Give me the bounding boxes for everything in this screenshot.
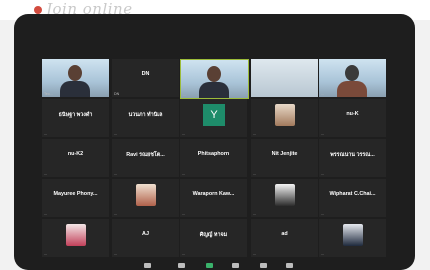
video-icon[interactable] bbox=[178, 263, 185, 268]
participant-name-tag: ... bbox=[321, 132, 324, 136]
participant-tile[interactable]: ศิญญ์ หาจม ... bbox=[180, 219, 247, 257]
participant-tile[interactable]: พรรณนาน วรรณ... ... bbox=[319, 139, 386, 177]
participant-grid: Teo... DN DN ... ... ... ธนิษฐา พวงดำ ..… bbox=[42, 59, 388, 257]
active-speaker-tile[interactable]: ... bbox=[180, 59, 249, 99]
participant-tile[interactable]: ... bbox=[251, 99, 318, 137]
participant-name-tag: ... bbox=[253, 172, 256, 176]
logo-icon bbox=[34, 6, 42, 14]
participant-name-tag: ... bbox=[183, 93, 186, 97]
share-icon[interactable] bbox=[206, 263, 213, 268]
meeting-controls bbox=[140, 263, 300, 269]
participant-tile[interactable]: nu-K ... bbox=[319, 99, 386, 137]
participant-tile[interactable]: ... bbox=[251, 59, 318, 97]
participant-name-tag: ... bbox=[253, 92, 256, 96]
participant-video bbox=[319, 59, 386, 97]
participant-name-tag: ... bbox=[182, 132, 185, 136]
participant-tile[interactable]: Waraporn Kaw... ... bbox=[180, 179, 247, 217]
participant-tile[interactable]: ... bbox=[251, 179, 318, 217]
participant-name-tag: ... bbox=[114, 132, 117, 136]
participant-video bbox=[251, 59, 318, 97]
participant-name-tag: ... bbox=[44, 132, 47, 136]
participant-name-tag: Teo... bbox=[44, 92, 53, 96]
participant-name-tag: ... bbox=[114, 252, 117, 256]
participant-name: ศิญญ์ หาจม bbox=[199, 232, 228, 238]
participant-name: นวนภา ทำนิเล bbox=[128, 112, 163, 118]
participant-name-tag: ... bbox=[182, 252, 185, 256]
participant-name-tag: ... bbox=[182, 172, 185, 176]
participant-name-tag: ... bbox=[321, 252, 324, 256]
participant-tile[interactable]: DN DN bbox=[112, 59, 179, 97]
participant-name: Phitsaphorn bbox=[197, 151, 230, 157]
participant-tile[interactable]: nu-K2 ... bbox=[42, 139, 109, 177]
avatar bbox=[275, 184, 295, 206]
participant-name-tag: ... bbox=[44, 252, 47, 256]
participant-name: Wipharat C.Chai... bbox=[329, 191, 376, 197]
participant-name-tag: ... bbox=[253, 132, 256, 136]
participant-tile[interactable]: ... bbox=[42, 219, 109, 257]
participant-tile[interactable]: Teo... bbox=[42, 59, 109, 97]
participant-name: DN bbox=[141, 71, 150, 77]
participant-name-tag: ... bbox=[321, 172, 324, 176]
participant-name-tag: ... bbox=[321, 212, 324, 216]
participant-tile[interactable]: นวนภา ทำนิเล ... bbox=[112, 99, 179, 137]
participant-name-tag: ... bbox=[44, 172, 47, 176]
participant-name: ad bbox=[281, 231, 288, 237]
avatar bbox=[136, 184, 156, 206]
participant-name: Mayuree Phony... bbox=[53, 191, 98, 197]
participant-name: AJ bbox=[142, 231, 149, 237]
participant-tile[interactable]: Mayuree Phony... ... bbox=[42, 179, 109, 217]
participant-tile[interactable]: AJ ... bbox=[112, 219, 179, 257]
participant-tile[interactable]: Nit Jenjite ... bbox=[251, 139, 318, 177]
more-icon[interactable] bbox=[286, 263, 293, 268]
participant-name: พรรณนาน วรรณ... bbox=[330, 152, 375, 158]
participant-name-tag: ... bbox=[114, 172, 117, 176]
participant-tile[interactable]: Y ... bbox=[180, 99, 247, 137]
participant-tile[interactable]: ... bbox=[112, 179, 179, 217]
avatar: Y bbox=[203, 104, 225, 126]
participant-name: ธนิษฐา พวงดำ bbox=[58, 112, 93, 118]
participant-name: nu-K2 bbox=[67, 151, 84, 157]
participant-tile[interactable]: Ravi รณยชโต... ... bbox=[112, 139, 179, 177]
participant-name-tag: ... bbox=[114, 212, 117, 216]
participant-name-tag: ... bbox=[253, 212, 256, 216]
avatar bbox=[275, 104, 295, 126]
avatar bbox=[343, 224, 363, 246]
participant-name-tag: ... bbox=[253, 252, 256, 256]
avatar bbox=[66, 224, 86, 246]
participant-name: Waraporn Kaw... bbox=[192, 191, 235, 197]
participant-name-tag: ... bbox=[182, 212, 185, 216]
participant-tile[interactable]: ธนิษฐา พวงดำ ... bbox=[42, 99, 109, 137]
mic-icon[interactable] bbox=[144, 263, 151, 268]
participant-tile[interactable]: ... bbox=[319, 219, 386, 257]
participant-tile[interactable]: ... bbox=[319, 59, 386, 97]
participant-tile[interactable]: Wipharat C.Chai... ... bbox=[319, 179, 386, 217]
participant-video bbox=[181, 60, 248, 98]
participant-tile[interactable]: Phitsaphorn ... bbox=[180, 139, 247, 177]
participant-name-tag: ... bbox=[321, 92, 324, 96]
reactions-icon[interactable] bbox=[260, 263, 267, 268]
participant-name: Ravi รณยชโต... bbox=[126, 152, 165, 158]
participant-tile[interactable]: ad ... bbox=[251, 219, 318, 257]
participant-name-tag: ... bbox=[44, 212, 47, 216]
participant-name-tag: DN bbox=[114, 92, 120, 96]
participant-name: Nit Jenjite bbox=[271, 151, 298, 157]
participant-name: nu-K bbox=[346, 111, 359, 117]
chat-icon[interactable] bbox=[232, 263, 239, 268]
